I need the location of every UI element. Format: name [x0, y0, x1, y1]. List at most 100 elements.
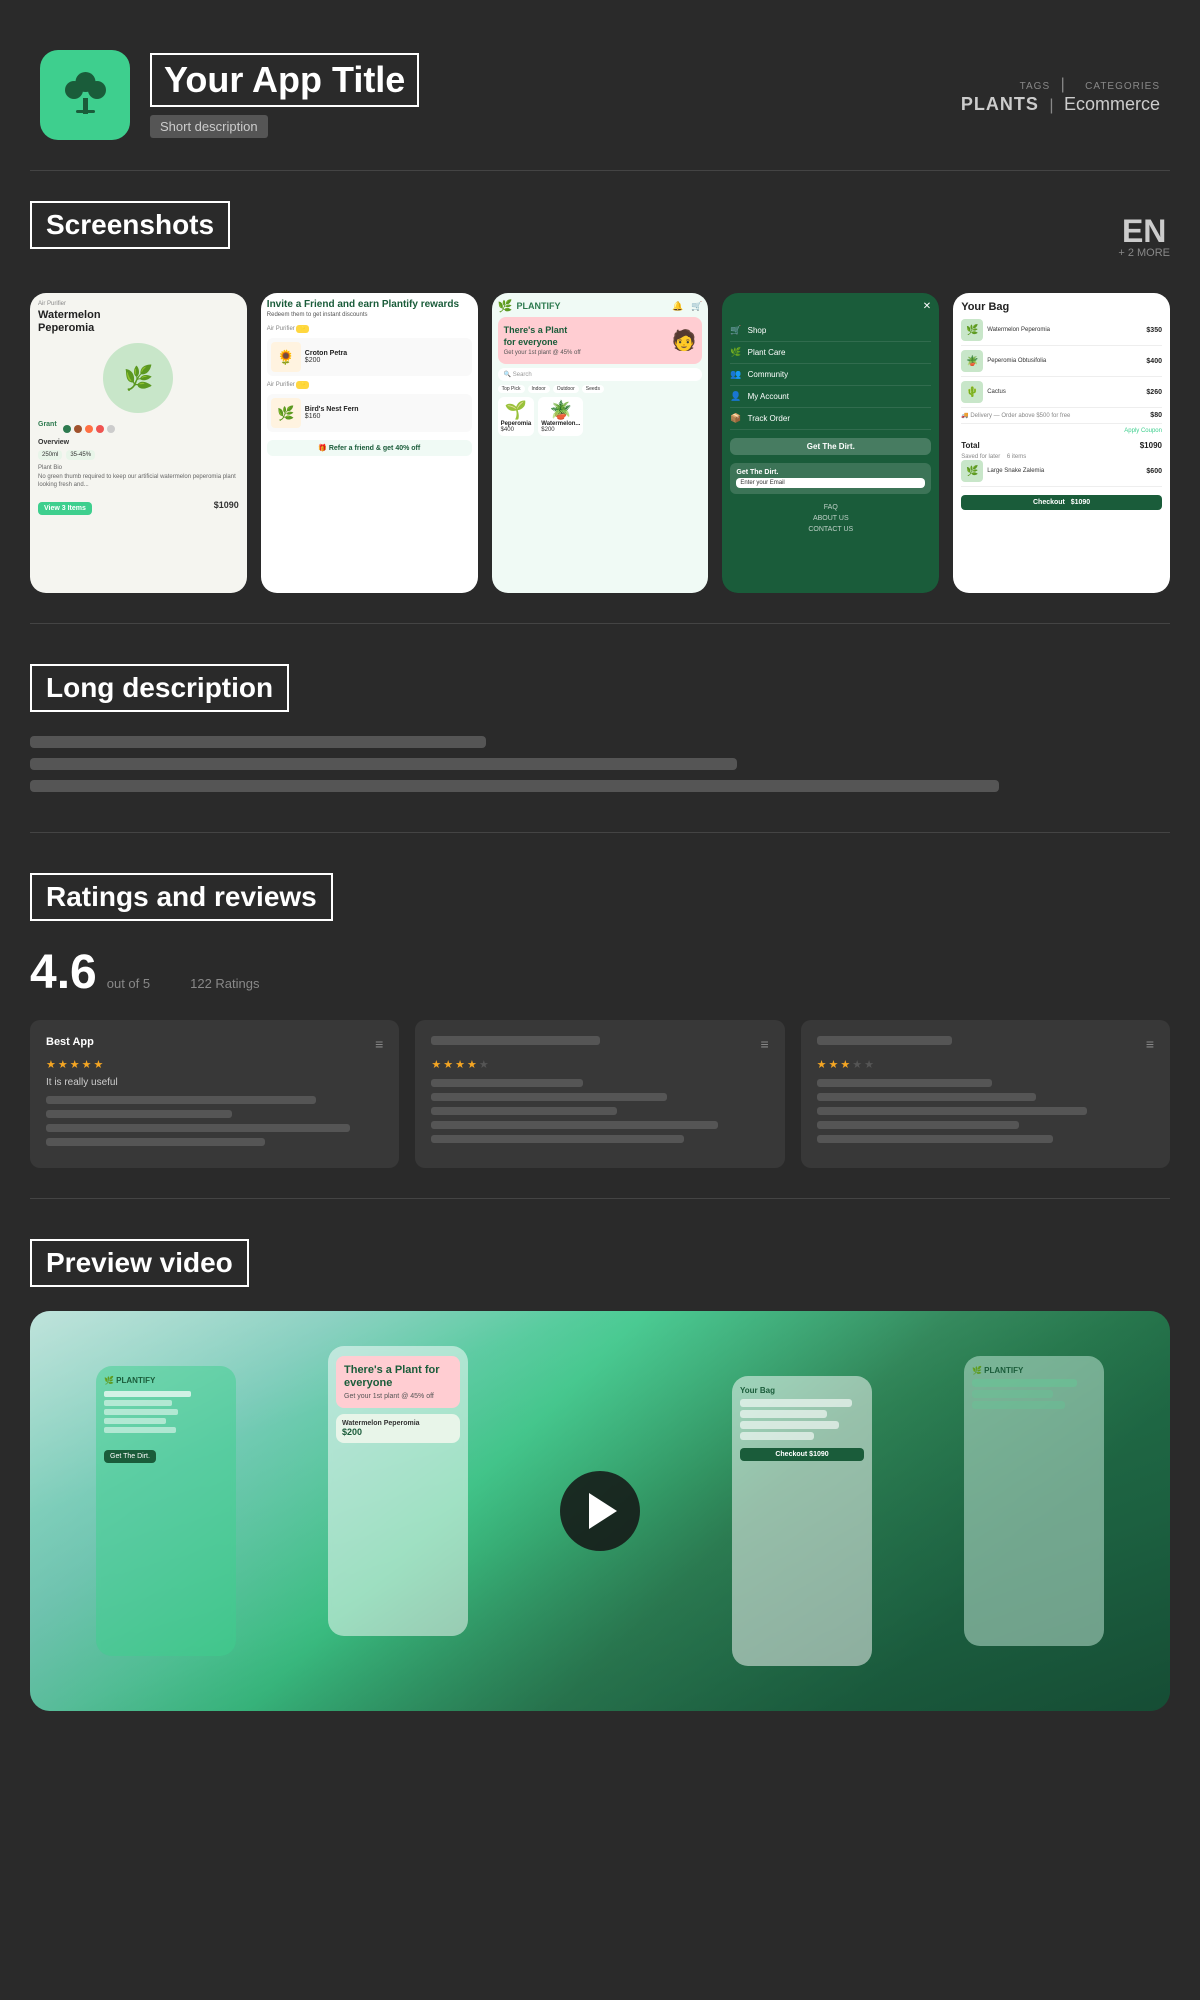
s4-close[interactable]: ✕: [730, 301, 931, 312]
s3-p2[interactable]: 🪴 Watermelon... $200: [538, 397, 583, 436]
s2-p2-price: $160: [305, 413, 359, 420]
review-2-line-3: [431, 1121, 718, 1129]
star-4: ★: [467, 1058, 477, 1071]
star-1: ★: [817, 1058, 827, 1071]
s4-get-dirt-btn[interactable]: Get The Dirt.: [730, 438, 931, 455]
screenshot-1[interactable]: Air Purifier WatermelonPeperomia 🌿 Grant: [30, 293, 247, 593]
s5-item2-img: 🪴: [961, 350, 983, 372]
star-4-empty: ★: [852, 1058, 862, 1071]
screenshot-3[interactable]: 🌿 PLANTIFY 🔔 🛒 There's a Plantfor everyo…: [492, 293, 709, 593]
s5-total-label: Total: [961, 441, 980, 450]
review-3-menu-icon[interactable]: ≡: [1146, 1036, 1154, 1052]
s3-hero: There's a Plantfor everyone Get your 1st…: [498, 317, 703, 364]
screenshot-4[interactable]: ✕ 🛒 Shop 🌿 Plant Care 👥 Community 👤: [722, 293, 939, 593]
s2-title: Invite a Friend and earn Plantify reward…: [267, 299, 472, 310]
s1-stat2: 35-45%: [66, 450, 95, 460]
review-3-line-0: [817, 1079, 992, 1087]
review-2-stars: ★ ★ ★ ★ ★: [431, 1058, 768, 1071]
s2-promo: 🎁 Refer a friend & get 40% off: [267, 440, 472, 456]
s3-tab3[interactable]: Outdoor: [553, 385, 579, 393]
s1-footer: View 3 Items $1090: [38, 496, 239, 515]
s2-p2-img: 🌿: [271, 398, 301, 428]
star-3: ★: [840, 1058, 850, 1071]
review-card-3: ≡ ★ ★ ★ ★ ★: [801, 1020, 1170, 1168]
star-2: ★: [58, 1058, 68, 1071]
s5-saved-img: 🌿: [961, 460, 983, 482]
s4-track-order[interactable]: 📦 Track Order: [730, 408, 931, 430]
s3-products: 🌱 Peperomia $400 🪴 Watermelon... $200: [498, 397, 703, 436]
language-more: + 2 MORE: [1118, 247, 1170, 259]
s1-name: WatermelonPeperomia: [38, 309, 239, 335]
screenshots-row: Air Purifier WatermelonPeperomia 🌿 Grant: [30, 293, 1170, 593]
rating-score: 4.6: [30, 945, 97, 1000]
s3-tab1[interactable]: Top Pick: [498, 385, 525, 393]
app-header-right: TAGS | Categories PLANTS | Ecommerce: [961, 76, 1160, 115]
screenshot-5[interactable]: Your Bag 🌿 Watermelon Peperomia $350 🪴 P…: [953, 293, 1170, 593]
s4-shop[interactable]: 🛒 Shop: [730, 320, 931, 342]
play-button[interactable]: [560, 1471, 640, 1551]
s2-p1-info: Croton Petra $200: [305, 350, 347, 364]
s4-community[interactable]: 👥 Community: [730, 364, 931, 386]
star-5-empty: ★: [479, 1058, 489, 1071]
video-phone-2: There's a Plant for everyone Get your 1s…: [328, 1346, 468, 1636]
page-wrapper: Your App Title Short description TAGS | …: [0, 0, 1200, 1811]
separator: |: [1049, 97, 1058, 114]
review-3-title-placeholder: [817, 1036, 952, 1045]
review-2-line-4: [431, 1135, 684, 1143]
review-3-header: ≡: [817, 1036, 1154, 1052]
review-2-header: ≡: [431, 1036, 768, 1052]
review-2-menu-icon[interactable]: ≡: [760, 1036, 768, 1052]
s1-grant: Grant: [38, 421, 239, 433]
s4-contact[interactable]: CONTACT US: [730, 524, 931, 535]
screenshots-header: Screenshots EN + 2 MORE: [30, 201, 1170, 273]
app-icon: [40, 50, 130, 140]
s3-p1[interactable]: 🌱 Peperomia $400: [498, 397, 535, 436]
s4-faq[interactable]: FAQ: [730, 502, 931, 513]
rating-out-of: out of 5: [107, 976, 150, 991]
ratings-section: Ratings and reviews 4.6 out of 5 122 Rat…: [30, 873, 1170, 1199]
swatch-red: [96, 425, 104, 433]
s5-item1-price: $350: [1146, 327, 1162, 334]
s3-search[interactable]: 🔍 Search: [498, 368, 703, 381]
s5-total: Total $1090: [961, 441, 1162, 450]
s4-about[interactable]: ABOUT US: [730, 513, 931, 524]
screen5: Your Bag 🌿 Watermelon Peperomia $350 🪴 P…: [953, 293, 1170, 593]
screenshot-2[interactable]: Invite a Friend and earn Plantify reward…: [261, 293, 478, 593]
s1-swatches: [63, 425, 115, 433]
s5-item3-img: 🌵: [961, 381, 983, 403]
s2-p2-name: Bird's Nest Fern: [305, 406, 359, 413]
s4-email-input[interactable]: Enter your Email: [736, 478, 925, 488]
s1-stats: 250ml 35-45%: [38, 450, 239, 460]
s4-plant-care[interactable]: 🌿 Plant Care: [730, 342, 931, 364]
screen1: Air Purifier WatermelonPeperomia 🌿 Grant: [30, 293, 247, 593]
swatch-green: [63, 425, 71, 433]
review-2-title-placeholder: [431, 1036, 600, 1045]
star-3: ★: [455, 1058, 465, 1071]
s3-tab4[interactable]: Seeds: [582, 385, 604, 393]
review-2-line-2: [431, 1107, 617, 1115]
video-section: Preview video 🌿 PLANTIFY Get The Dirt.: [30, 1239, 1170, 1711]
s2-p1-price: $200: [305, 357, 347, 364]
s5-coupon[interactable]: Apply Coupon: [961, 428, 1162, 434]
s5-item3: 🌵 Cactus $260: [961, 381, 1162, 408]
app-short-description[interactable]: Short description: [150, 115, 268, 138]
review-1-menu-icon[interactable]: ≡: [375, 1036, 383, 1052]
s4-my-account[interactable]: 👤 My Account: [730, 386, 931, 408]
app-header-left: Your App Title Short description: [40, 50, 419, 140]
language-badge: EN + 2 MORE: [1118, 215, 1170, 259]
review-3-line-1: [817, 1093, 1036, 1101]
s1-img: 🌿: [103, 343, 173, 413]
s3-tab2[interactable]: Indoor: [528, 385, 550, 393]
s5-total-value: $1090: [1140, 441, 1162, 450]
video-title: Preview video: [30, 1239, 249, 1287]
s5-checkout-btn[interactable]: Checkout $1090: [961, 495, 1162, 510]
s5-item3-name: Cactus: [987, 389, 1142, 395]
review-1-title: Best App: [46, 1036, 94, 1048]
s5-item2-name: Peperomia Obtusifolia: [987, 358, 1142, 364]
s5-item1-img: 🌿: [961, 319, 983, 341]
star-5: ★: [94, 1058, 104, 1071]
s1-view-btn[interactable]: View 3 Items: [38, 502, 92, 515]
video-container[interactable]: 🌿 PLANTIFY Get The Dirt. There's a Plant…: [30, 1311, 1170, 1711]
review-1-stars: ★ ★ ★ ★ ★: [46, 1058, 383, 1071]
rating-summary: 4.6 out of 5 122 Ratings: [30, 945, 1170, 1000]
